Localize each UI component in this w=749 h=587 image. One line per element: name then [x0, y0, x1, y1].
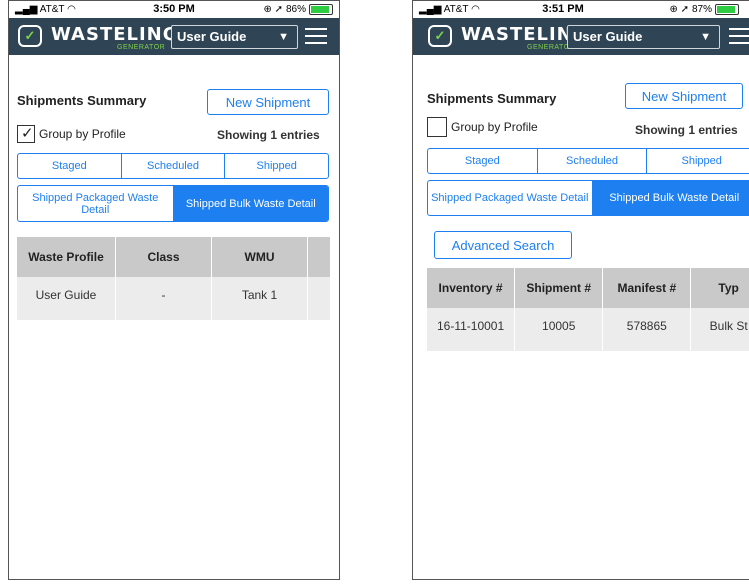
group-by-profile-label: Group by Profile [39, 127, 126, 141]
brand-name: WASTELINQ [51, 24, 180, 45]
column-header[interactable]: WMU [211, 237, 308, 277]
select-value: User Guide [573, 29, 643, 44]
hamburger-menu-icon[interactable] [305, 28, 327, 44]
tab-staged[interactable]: Staged [428, 149, 538, 173]
shipments-table: Waste Profile Class WMU User Guide - Tan… [17, 237, 331, 320]
advanced-search-button[interactable]: Advanced Search [434, 231, 572, 259]
status-tabs: Staged Scheduled Shipped [427, 148, 749, 174]
status-tabs: Staged Scheduled Shipped [17, 153, 329, 179]
battery-icon [309, 4, 333, 15]
tab-bulk-waste-detail[interactable]: Shipped Bulk Waste Detail [173, 186, 328, 221]
column-header[interactable]: Manifest # [602, 268, 692, 308]
column-header-extra [307, 237, 331, 277]
tab-staged[interactable]: Staged [18, 154, 122, 178]
checkmark-icon: ✓ [21, 125, 34, 142]
app-header: ✓ WASTELINQ GENERATOR User Guide ▼ [9, 18, 339, 55]
group-by-profile-checkbox[interactable] [427, 117, 447, 137]
tab-shipped[interactable]: Shipped [225, 154, 328, 178]
battery-icon [715, 4, 739, 15]
table-cell [307, 277, 331, 313]
logo-icon: ✓ [18, 25, 42, 47]
column-header[interactable]: Class [115, 237, 212, 277]
showing-entries: Showing 1 entries [635, 123, 738, 137]
battery-indicator: ⊕ ➚ 86% [263, 4, 333, 15]
chevron-down-icon: ▼ [700, 31, 711, 43]
detail-tabs: Shipped Packaged Waste Detail Shipped Bu… [17, 185, 329, 222]
app-header: ✓ WASTELINQ GENERATOR User Guide ▼ [413, 18, 749, 55]
battery-indicator: ⊕ ➚ 87% [669, 4, 739, 15]
tab-bulk-waste-detail[interactable]: Shipped Bulk Waste Detail [592, 181, 749, 215]
column-header[interactable]: Typ [690, 268, 749, 308]
table-cell: User Guide [17, 277, 116, 313]
new-shipment-button[interactable]: New Shipment [207, 89, 329, 115]
hamburger-menu-icon[interactable] [729, 28, 749, 44]
column-header[interactable]: Inventory # [427, 268, 516, 308]
group-by-profile-checkbox[interactable]: ✓ [17, 125, 35, 143]
column-header[interactable]: Waste Profile [17, 237, 116, 277]
phone-screen-right: ▂▄▆ AT&T ◠ 3:51 PM ⊕ ➚ 87% ✓ WASTELINQ G… [412, 0, 749, 580]
group-by-profile-label: Group by Profile [451, 120, 538, 134]
shipments-table: Inventory # Shipment # Manifest # Typ 16… [427, 268, 749, 351]
status-bar: ▂▄▆ AT&T ◠ 3:51 PM ⊕ ➚ 87% [413, 1, 749, 18]
column-header[interactable]: Shipment # [514, 268, 604, 308]
group-by-profile[interactable]: Group by Profile [427, 117, 538, 137]
status-bar: ▂▄▆ AT&T ◠ 3:50 PM ⊕ ➚ 86% [9, 1, 339, 18]
brand-subtitle: GENERATOR [117, 44, 166, 51]
table-cell: 16-11-10001 [427, 308, 516, 344]
table-cell: - [115, 277, 212, 313]
tab-packaged-waste-detail[interactable]: Shipped Packaged Waste Detail [428, 181, 593, 215]
phone-screen-left: ▂▄▆ AT&T ◠ 3:50 PM ⊕ ➚ 86% ✓ WASTELINQ G… [8, 0, 340, 580]
page-title: Shipments Summary [427, 91, 557, 106]
table-cell: Tank 1 [211, 277, 308, 313]
table-header-row: Waste Profile Class WMU [17, 237, 331, 277]
tab-scheduled[interactable]: Scheduled [122, 154, 226, 178]
logo-icon: ✓ [428, 25, 452, 47]
chevron-down-icon: ▼ [278, 31, 289, 43]
table-row[interactable]: User Guide - Tank 1 [17, 277, 331, 313]
detail-tabs: Shipped Packaged Waste Detail Shipped Bu… [427, 180, 749, 216]
tab-scheduled[interactable]: Scheduled [538, 149, 648, 173]
user-guide-select[interactable]: User Guide ▼ [171, 25, 298, 49]
showing-entries: Showing 1 entries [217, 128, 320, 142]
tab-packaged-waste-detail[interactable]: Shipped Packaged Waste Detail [18, 186, 174, 221]
new-shipment-button[interactable]: New Shipment [625, 83, 743, 109]
tab-shipped[interactable]: Shipped [647, 149, 749, 173]
table-header-row: Inventory # Shipment # Manifest # Typ [427, 268, 749, 308]
page-title: Shipments Summary [17, 93, 147, 108]
table-cell: 578865 [602, 308, 692, 344]
group-by-profile[interactable]: ✓ Group by Profile [17, 125, 126, 143]
table-cell: 10005 [514, 308, 604, 344]
user-guide-select[interactable]: User Guide ▼ [567, 25, 720, 49]
table-cell: Bulk St [690, 308, 749, 344]
table-row[interactable]: 16-11-10001 10005 578865 Bulk St [427, 308, 749, 344]
select-value: User Guide [177, 29, 247, 44]
